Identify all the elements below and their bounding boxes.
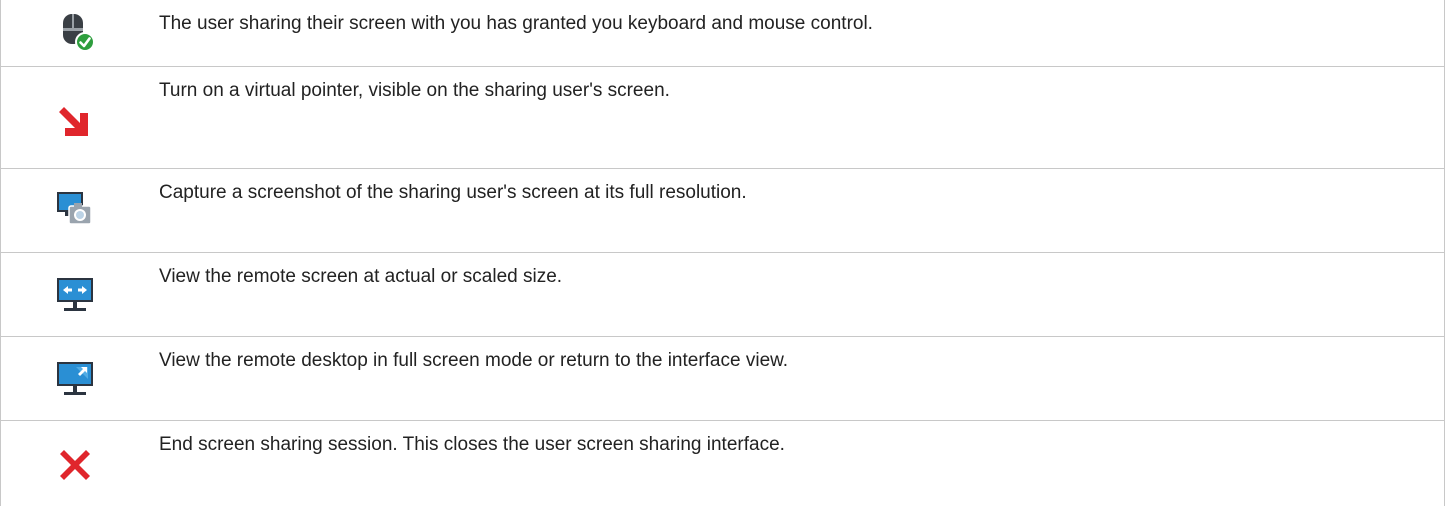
row-description: Capture a screenshot of the sharing user… [159, 182, 747, 203]
table-row: View the remote desktop in full screen m… [1, 337, 1444, 421]
icon-cell [1, 67, 136, 168]
row-description: End screen sharing session. This closes … [159, 434, 785, 455]
icon-cell [1, 421, 136, 506]
table-row: View the remote screen at actual or scal… [1, 253, 1444, 337]
end-session-icon [55, 445, 95, 485]
row-description: The user sharing their screen with you h… [159, 13, 873, 34]
table-row: The user sharing their screen with you h… [1, 0, 1444, 67]
row-description: View the remote screen at actual or scal… [159, 266, 563, 287]
screenshot-capture-icon [55, 189, 95, 229]
icon-cell [1, 169, 136, 252]
row-description: View the remote desktop in full screen m… [159, 350, 789, 371]
icon-cell [1, 337, 136, 420]
table-row: End screen sharing session. This closes … [1, 421, 1444, 506]
icon-description-table: The user sharing their screen with you h… [0, 0, 1445, 506]
icon-cell [1, 0, 136, 66]
scale-view-icon [55, 275, 95, 315]
virtual-pointer-icon [55, 103, 95, 143]
table-row: Capture a screenshot of the sharing user… [1, 169, 1444, 253]
icon-cell [1, 253, 136, 336]
mouse-control-granted-icon [55, 12, 95, 52]
full-screen-icon [55, 359, 95, 399]
row-description: Turn on a virtual pointer, visible on th… [159, 80, 670, 101]
table-row: Turn on a virtual pointer, visible on th… [1, 67, 1444, 169]
